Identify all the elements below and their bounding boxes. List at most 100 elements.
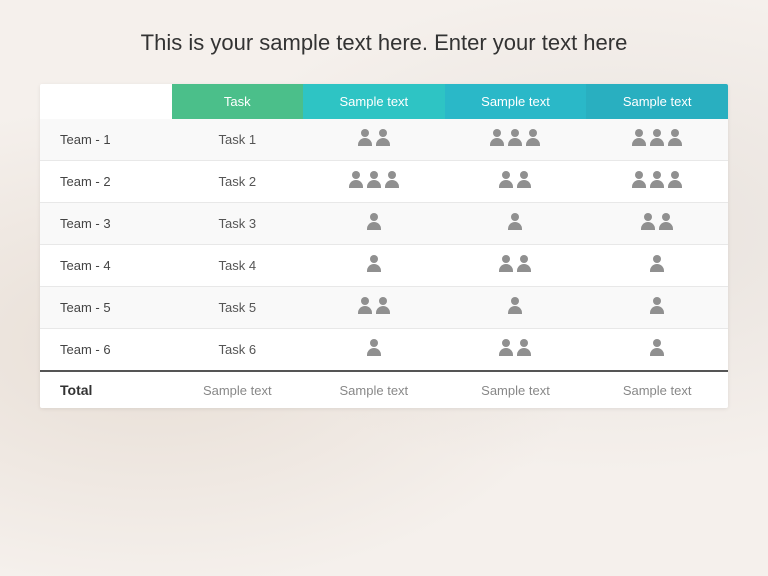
table-header-row: Task Sample text Sample text Sample text [40, 84, 728, 119]
footer-c1: Sample text [172, 371, 304, 408]
footer-row: Total Sample text Sample text Sample tex… [40, 371, 728, 408]
person-icon [516, 339, 532, 357]
footer-label: Total [40, 371, 172, 408]
person-icon [498, 339, 514, 357]
person-icon [649, 129, 665, 147]
header-sample2: Sample text [445, 84, 587, 119]
person-icons-group [631, 171, 683, 189]
person-icons-group [649, 297, 665, 315]
cell-col3 [445, 245, 587, 287]
cell-col3 [445, 161, 587, 203]
table-row: Team - 3 Task 3 [40, 203, 728, 245]
task-name: Task 2 [172, 161, 304, 203]
task-name: Task 4 [172, 245, 304, 287]
table-row: Team - 1 Task 1 [40, 119, 728, 161]
page-title: This is your sample text here. Enter you… [40, 30, 728, 56]
main-table-wrapper: Task Sample text Sample text Sample text… [40, 84, 728, 408]
person-icons-group [507, 213, 523, 231]
person-icon [507, 297, 523, 315]
header-sample3: Sample text [586, 84, 728, 119]
table-row: Team - 4 Task 4 [40, 245, 728, 287]
person-icon [498, 171, 514, 189]
table-row: Team - 6 Task 6 [40, 329, 728, 372]
header-task: Task [172, 84, 304, 119]
table-body: Team - 1 Task 1 Team - 2 Task 2 Team - 3… [40, 119, 728, 371]
cell-col2 [303, 161, 445, 203]
person-icon [366, 255, 382, 273]
person-icon [631, 171, 647, 189]
person-icons-group [631, 129, 683, 147]
person-icon [516, 255, 532, 273]
cell-col3 [445, 329, 587, 372]
person-icon [357, 297, 373, 315]
person-icon [631, 129, 647, 147]
person-icons-group [366, 255, 382, 273]
task-name: Task 5 [172, 287, 304, 329]
team-name: Team - 1 [40, 119, 172, 161]
person-icon [667, 129, 683, 147]
cell-col2 [303, 287, 445, 329]
cell-col4 [586, 161, 728, 203]
person-icon [375, 129, 391, 147]
cell-col4 [586, 329, 728, 372]
person-icons-group [366, 213, 382, 231]
person-icon [366, 339, 382, 357]
person-icon [384, 171, 400, 189]
task-name: Task 1 [172, 119, 304, 161]
team-name: Team - 4 [40, 245, 172, 287]
team-name: Team - 5 [40, 287, 172, 329]
cell-col3 [445, 119, 587, 161]
person-icon [507, 213, 523, 231]
person-icon [667, 171, 683, 189]
table-row: Team - 5 Task 5 [40, 287, 728, 329]
cell-col2 [303, 203, 445, 245]
cell-col2 [303, 329, 445, 372]
header-team [40, 84, 172, 119]
footer-c3: Sample text [445, 371, 587, 408]
person-icons-group [498, 339, 532, 357]
person-icon [366, 171, 382, 189]
person-icon [516, 171, 532, 189]
cell-col4 [586, 203, 728, 245]
task-name: Task 3 [172, 203, 304, 245]
cell-col4 [586, 119, 728, 161]
person-icons-group [498, 255, 532, 273]
footer-c2: Sample text [303, 371, 445, 408]
person-icons-group [640, 213, 674, 231]
person-icons-group [357, 129, 391, 147]
person-icon [357, 129, 373, 147]
person-icon [498, 255, 514, 273]
page-container: This is your sample text here. Enter you… [0, 0, 768, 428]
task-name: Task 6 [172, 329, 304, 372]
person-icons-group [649, 255, 665, 273]
table-row: Team - 2 Task 2 [40, 161, 728, 203]
person-icon [640, 213, 656, 231]
person-icon [348, 171, 364, 189]
person-icon [489, 129, 505, 147]
person-icon [649, 339, 665, 357]
team-name: Team - 2 [40, 161, 172, 203]
person-icon [507, 129, 523, 147]
person-icon [649, 297, 665, 315]
person-icon [525, 129, 541, 147]
person-icons-group [507, 297, 523, 315]
person-icon [375, 297, 391, 315]
cell-col4 [586, 245, 728, 287]
person-icon [649, 255, 665, 273]
cell-col4 [586, 287, 728, 329]
person-icons-group [649, 339, 665, 357]
team-name: Team - 3 [40, 203, 172, 245]
cell-col2 [303, 119, 445, 161]
person-icon [366, 213, 382, 231]
person-icons-group [366, 339, 382, 357]
cell-col2 [303, 245, 445, 287]
team-name: Team - 6 [40, 329, 172, 372]
person-icons-group [498, 171, 532, 189]
footer-c4: Sample text [586, 371, 728, 408]
person-icon [649, 171, 665, 189]
header-sample1: Sample text [303, 84, 445, 119]
person-icons-group [489, 129, 541, 147]
team-task-table: Task Sample text Sample text Sample text… [40, 84, 728, 408]
person-icons-group [357, 297, 391, 315]
cell-col3 [445, 287, 587, 329]
